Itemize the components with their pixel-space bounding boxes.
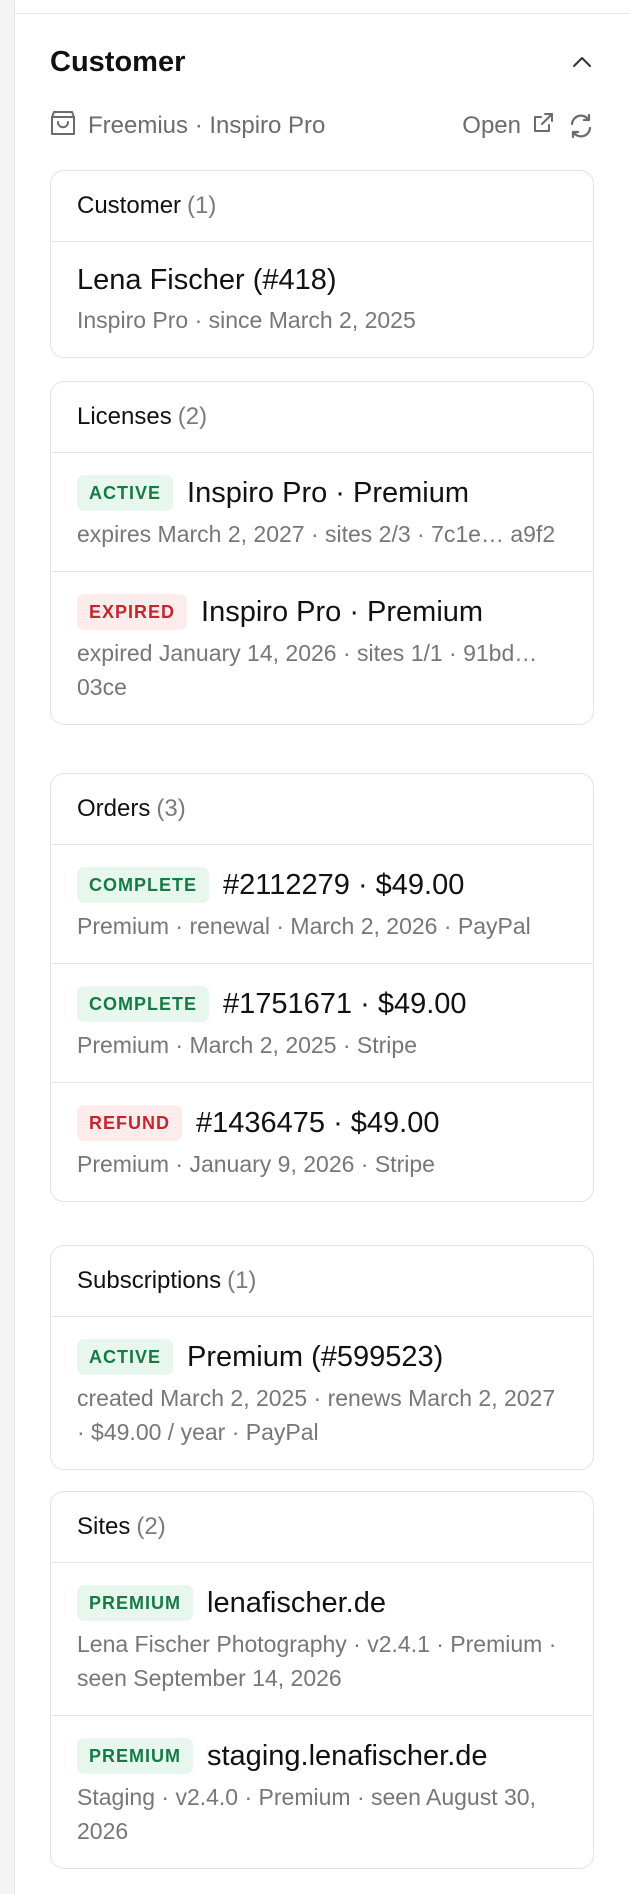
status-badge: REFUND [77,1105,182,1141]
license-item[interactable]: ACTIVE Inspiro Pro · Premium expires Mar… [51,453,593,572]
sites-card: Sites (2) PREMIUM lenafischer.de Lena Fi… [50,1491,594,1869]
customer-panel: Customer Freemius · Inspiro Pro Open Cus… [14,0,630,1894]
open-link[interactable]: Open [462,111,555,142]
card-header: Customer (1) [51,171,593,242]
customer-name: Lena Fischer (#418) [77,264,337,296]
site-sub: Lena Fischer Photography · v2.4.1 · Prem… [77,1631,557,1691]
site-sub: Staging · v2.4.0 · Premium · seen August… [77,1784,536,1844]
customer-sub: Inspiro Pro · since March 2, 2025 [77,307,416,333]
shopping-bag-icon [50,109,76,144]
card-count: (3) [156,795,186,822]
subscription-sub: created March 2, 2025 · renews March 2, … [77,1385,556,1445]
chevron-up-icon[interactable] [569,49,595,75]
order-title: #1436475 · $49.00 [196,1106,440,1139]
order-item[interactable]: REFUND #1436475 · $49.00 Premium · Janua… [51,1083,593,1201]
subscription-title: Premium (#599523) [187,1340,444,1373]
plan-badge: PREMIUM [77,1738,193,1774]
license-title: Inspiro Pro · Premium [187,476,470,509]
card-header: Subscriptions (1) [51,1246,593,1317]
order-title: #1751671 · $49.00 [223,987,467,1020]
subscription-item[interactable]: ACTIVE Premium (#599523) created March 2… [51,1317,593,1469]
order-item[interactable]: COMPLETE #1751671 · $49.00 Premium · Mar… [51,964,593,1083]
open-label: Open [462,112,521,139]
card-header: Licenses (2) [51,382,593,453]
card-heading: Customer [77,192,182,219]
order-sub: Premium · March 2, 2025 · Stripe [77,1032,418,1058]
card-heading: Licenses [77,403,172,430]
site-item[interactable]: PREMIUM lenafischer.de Lena Fischer Phot… [51,1563,593,1716]
card-count: (2) [136,1513,166,1540]
refresh-icon[interactable] [567,112,595,140]
customer-card: Customer (1) Lena Fischer (#418) Inspiro… [50,170,594,358]
source-label: Freemius · Inspiro Pro [88,112,326,139]
license-item[interactable]: EXPIRED Inspiro Pro · Premium expired Ja… [51,572,593,724]
section-header[interactable]: Customer [50,42,595,82]
card-count: (2) [177,403,208,430]
status-badge: ACTIVE [77,1339,174,1375]
order-sub: Premium · January 9, 2026 · Stripe [77,1151,435,1177]
site-domain: staging.lenafischer.de [207,1739,488,1772]
card-heading: Subscriptions [77,1267,222,1294]
status-badge: ACTIVE [77,475,174,511]
card-header: Sites (2) [51,1492,593,1563]
card-header: Orders (3) [51,774,593,845]
order-sub: Premium · renewal · March 2, 2026 · PayP… [77,913,531,939]
card-count: (1) [187,192,217,219]
status-badge: EXPIRED [77,594,188,630]
card-heading: Sites [77,1513,131,1540]
divider [15,13,630,14]
licenses-card: Licenses (2) ACTIVE Inspiro Pro · Premiu… [50,381,594,725]
customer-item[interactable]: Lena Fischer (#418) Inspiro Pro · since … [51,242,593,357]
order-item[interactable]: COMPLETE #2112279 · $49.00 Premium · ren… [51,845,593,964]
external-link-icon [531,111,555,142]
license-sub: expired January 14, 2026 · sites 1/1 · 9… [77,640,538,700]
license-title: Inspiro Pro · Premium [201,595,484,628]
status-badge: COMPLETE [77,867,210,903]
subscriptions-card: Subscriptions (1) ACTIVE Premium (#59952… [50,1245,594,1470]
card-heading: Orders [77,795,151,822]
source-row: Freemius · Inspiro Pro Open [50,108,595,144]
site-item[interactable]: PREMIUM staging.lenafischer.de Staging ·… [51,1716,593,1868]
section-title: Customer [50,45,186,78]
plan-badge: PREMIUM [77,1585,193,1621]
orders-card: Orders (3) COMPLETE #2112279 · $49.00 Pr… [50,773,594,1202]
status-badge: COMPLETE [77,986,210,1022]
card-count: (1) [227,1267,257,1294]
site-domain: lenafischer.de [207,1586,386,1619]
license-sub: expires March 2, 2027 · sites 2/3 · 7c1e… [77,521,556,547]
order-title: #2112279 · $49.00 [223,868,465,901]
